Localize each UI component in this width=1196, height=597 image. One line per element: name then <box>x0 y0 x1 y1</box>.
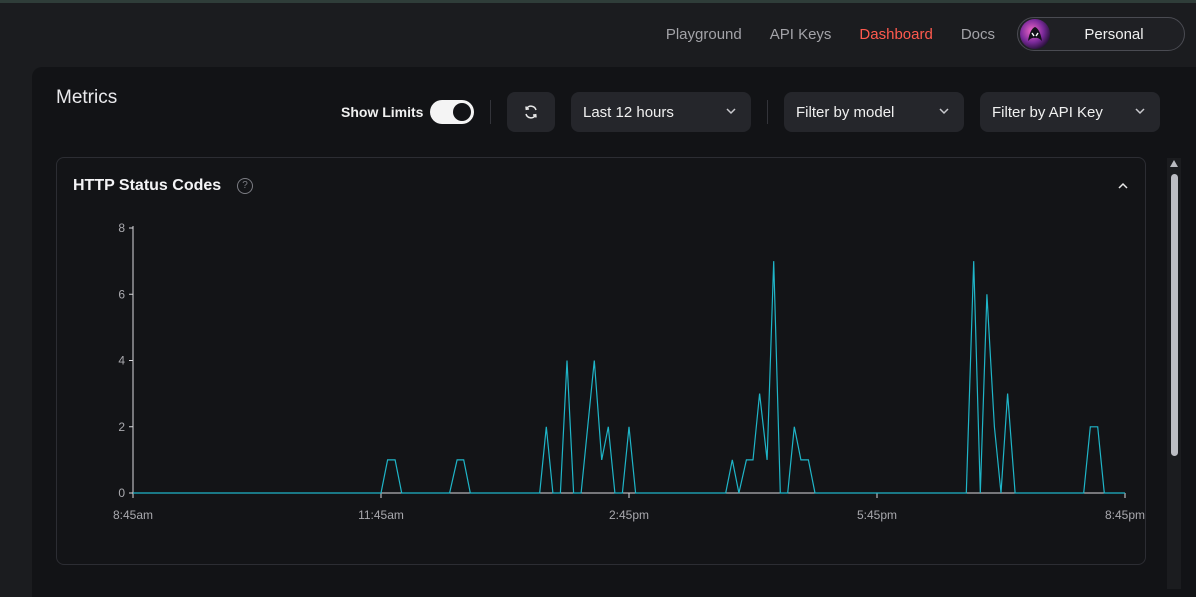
api-key-filter-value: Filter by API Key <box>992 103 1103 121</box>
window-top-border <box>0 0 1196 3</box>
time-range-select[interactable]: Last 12 hours <box>571 92 751 132</box>
avatar-image-icon <box>1028 27 1042 41</box>
refresh-button[interactable] <box>507 92 555 132</box>
vertical-scrollbar[interactable] <box>1167 158 1181 589</box>
toolbar-divider <box>490 100 491 124</box>
x-tick-label: 8:45pm <box>1105 508 1145 522</box>
nav-link-api-keys[interactable]: API Keys <box>770 26 832 43</box>
y-tick-label: 4 <box>118 354 125 368</box>
y-tick-label: 6 <box>118 287 125 301</box>
y-tick-label: 0 <box>118 486 125 500</box>
x-tick-label: 8:45am <box>113 508 153 522</box>
top-nav: Playground API Keys Dashboard Docs Perso… <box>666 17 1185 51</box>
status-code-series-line <box>133 261 1125 494</box>
metrics-toolbar: Show Limits Last 12 hours Filter by mode… <box>32 92 1196 132</box>
x-tick-label: 5:45pm <box>857 508 897 522</box>
nav-link-dashboard[interactable]: Dashboard <box>859 26 932 43</box>
nav-link-docs[interactable]: Docs <box>961 26 995 43</box>
time-range-value: Last 12 hours <box>583 103 674 121</box>
chevron-down-icon <box>939 108 949 115</box>
show-limits-label: Show Limits <box>341 104 424 120</box>
avatar <box>1020 19 1050 49</box>
http-status-codes-card: HTTP Status Codes ? 0 2 4 6 8 8:45am 11:45am 2:… <box>56 157 1146 565</box>
toolbar-divider <box>767 100 768 124</box>
x-tick-label: 2:45pm <box>609 508 649 522</box>
metrics-panel: Metrics Show Limits Last 12 hours Filter… <box>32 67 1196 597</box>
y-tick-label: 8 <box>118 221 125 235</box>
api-key-filter-select[interactable]: Filter by API Key <box>980 92 1160 132</box>
model-filter-select[interactable]: Filter by model <box>784 92 964 132</box>
refresh-icon <box>525 105 537 119</box>
x-tick-label: 11:45am <box>358 508 404 522</box>
show-limits-toggle[interactable] <box>430 100 474 124</box>
y-tick-label: 2 <box>118 420 125 434</box>
model-filter-value: Filter by model <box>796 103 895 121</box>
chevron-down-icon <box>726 108 736 115</box>
scroll-thumb[interactable] <box>1171 174 1178 456</box>
nav-link-playground[interactable]: Playground <box>666 26 742 43</box>
scroll-up-arrow-icon[interactable] <box>1170 160 1178 167</box>
toggle-knob <box>453 103 471 121</box>
account-switcher-button[interactable]: Personal <box>1017 17 1185 51</box>
http-status-chart: 0 2 4 6 8 8:45am 11:45am 2:45pm 5:45pm 8:45pm <box>113 221 1145 522</box>
chevron-down-icon <box>1135 108 1145 115</box>
